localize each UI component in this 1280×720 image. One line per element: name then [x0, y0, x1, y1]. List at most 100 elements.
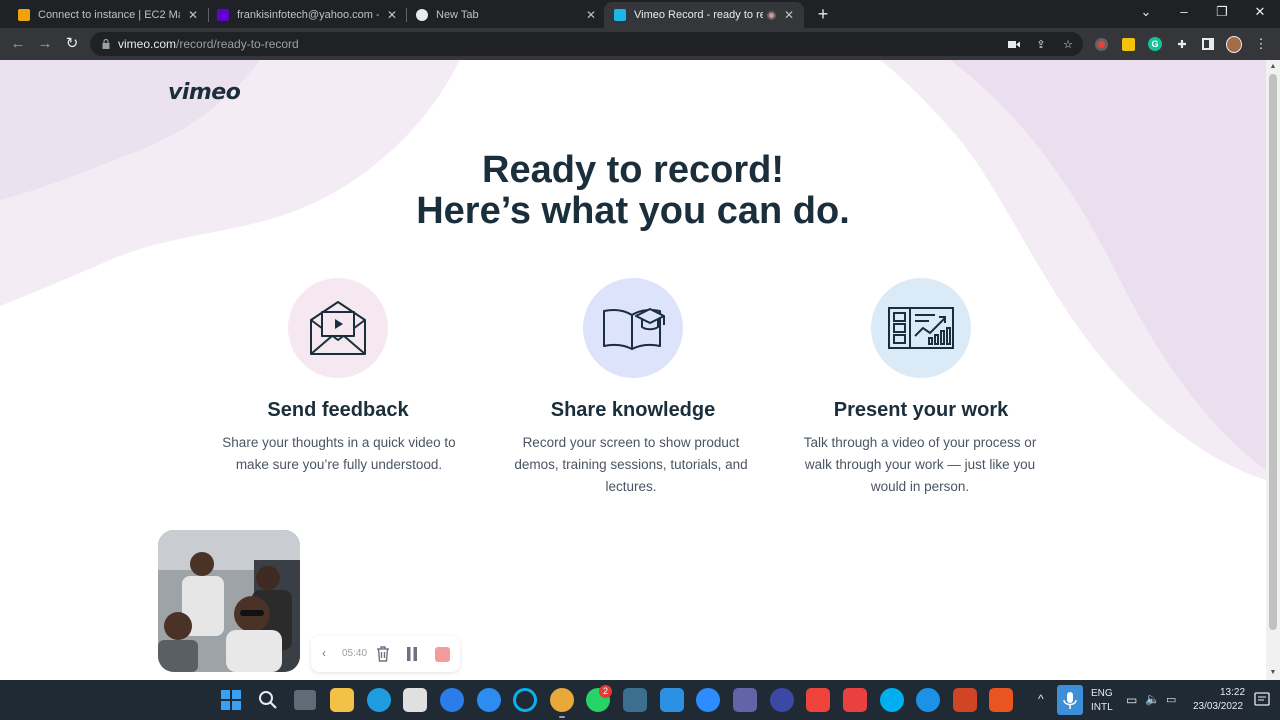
tab-title: New Tab: [436, 9, 479, 21]
presentation-chart-icon: [888, 307, 954, 349]
url-text: vimeo.com/record/ready-to-record: [118, 37, 299, 51]
task-view-icon[interactable]: [294, 690, 316, 710]
store-icon[interactable]: [403, 688, 427, 712]
feature-title-present: Present your work: [833, 399, 1009, 421]
chrome-favicon-icon: [416, 9, 428, 21]
tab-search-icon[interactable]: ⌄: [1136, 4, 1156, 20]
puzzle-icon[interactable]: ✚: [1174, 36, 1190, 52]
delete-icon[interactable]: [376, 646, 390, 662]
microphone-icon[interactable]: [1057, 685, 1083, 715]
sidepanel-icon[interactable]: [1200, 36, 1216, 52]
camera-icon[interactable]: [1006, 36, 1022, 52]
tab-vimeo[interactable]: Vimeo Record - ready to rec ✕: [604, 2, 804, 28]
record-ext-icon[interactable]: [1093, 36, 1109, 52]
running-indicator: [559, 716, 565, 718]
reload-icon[interactable]: ↻: [62, 34, 82, 54]
file-explorer-icon[interactable]: [330, 688, 354, 712]
language-indicator[interactable]: ENG: [1091, 688, 1113, 699]
knowledge-icon-circle: [583, 278, 683, 378]
windows-taskbar: 2 ^ ENG INTL ▭ 🔈 ▭ 13:22 23/03/2022: [0, 680, 1280, 720]
recording-indicator-icon: [766, 10, 776, 20]
profile-avatar[interactable]: [1226, 35, 1242, 53]
new-tab-button[interactable]: +: [814, 4, 832, 25]
volume-icon[interactable]: 🔈: [1145, 692, 1160, 706]
yahoo-favicon-icon: [217, 9, 229, 21]
display-icon[interactable]: ▭: [1126, 693, 1137, 707]
forward-icon[interactable]: →: [35, 34, 55, 54]
teams-icon[interactable]: [733, 688, 757, 712]
close-tab-icon[interactable]: ✕: [784, 8, 794, 22]
collapse-icon[interactable]: ‹: [322, 646, 326, 660]
back-icon[interactable]: ←: [8, 34, 28, 54]
pause-icon[interactable]: [407, 647, 417, 661]
star-icon[interactable]: ☆: [1060, 36, 1076, 52]
feature-title-knowledge: Share knowledge: [550, 399, 716, 421]
edge-icon[interactable]: [367, 688, 391, 712]
search-icon[interactable]: [258, 690, 278, 710]
share-icon[interactable]: ⇪: [1033, 36, 1049, 52]
webcam-preview[interactable]: [158, 530, 300, 672]
cortana-icon[interactable]: [513, 688, 537, 712]
ubuntu-icon[interactable]: [989, 688, 1013, 712]
docker-icon[interactable]: [916, 688, 940, 712]
close-window-icon[interactable]: ✕: [1250, 4, 1270, 20]
close-tab-icon[interactable]: ✕: [586, 8, 596, 22]
vimeo-logo[interactable]: vimeo: [168, 80, 241, 105]
language-layout: INTL: [1091, 702, 1113, 713]
maximize-icon[interactable]: ❐: [1212, 4, 1232, 20]
webcam-video-frame: [158, 530, 300, 672]
windows-start-icon[interactable]: [221, 690, 241, 710]
powerpoint-icon[interactable]: [953, 688, 977, 712]
page-scrollbar[interactable]: ▲ ▼: [1266, 60, 1280, 680]
edge-dev-icon[interactable]: [440, 688, 464, 712]
vscode-icon[interactable]: [660, 688, 684, 712]
browser-toolbar: ← → ↻ vimeo.com/record/ready-to-record ⇪…: [0, 28, 1280, 60]
page-subtitle: Here’s what you can do.: [416, 190, 850, 232]
feedback-icon-circle: [288, 278, 388, 378]
anydesk-icon[interactable]: [806, 688, 830, 712]
url-path: /record/ready-to-record: [176, 37, 299, 51]
book-graduation-icon: [603, 308, 665, 350]
clock-time[interactable]: 13:22: [1220, 687, 1245, 698]
grammarly-icon[interactable]: G: [1147, 36, 1163, 52]
chevron-up-icon[interactable]: ^: [1038, 692, 1044, 706]
recording-timer: 05:40: [342, 648, 368, 659]
tab-yahoo[interactable]: frankisinfotech@yahoo.com - Ya ✕: [207, 2, 407, 28]
lock-icon: [102, 39, 110, 49]
skype-icon[interactable]: [880, 688, 904, 712]
scroll-up-icon[interactable]: ▲: [1269, 63, 1277, 70]
tab-strip: Connect to instance | EC2 Manag ✕ franki…: [0, 0, 1280, 28]
clock-date[interactable]: 23/03/2022: [1193, 701, 1243, 712]
webex-icon[interactable]: [770, 688, 794, 712]
zoom-icon[interactable]: [696, 688, 720, 712]
vimeo-page: vimeo Ready to record! Here’s what you c…: [0, 60, 1266, 680]
tab-title: frankisinfotech@yahoo.com - Ya: [237, 9, 379, 21]
feature-desc-knowledge: Record your screen to show product demos…: [514, 435, 748, 494]
feature-desc-present: Talk through a video of your process or …: [803, 435, 1037, 494]
scrollbar-thumb[interactable]: [1269, 74, 1277, 630]
notes-ext-icon[interactable]: [1120, 36, 1136, 52]
minimize-icon[interactable]: –: [1174, 4, 1194, 19]
feature-title-feedback: Send feedback: [267, 399, 409, 421]
menu-icon[interactable]: ⋮: [1253, 36, 1269, 52]
recorder-icon[interactable]: [843, 688, 867, 712]
envelope-video-icon: [310, 301, 366, 355]
scroll-down-icon[interactable]: ▼: [1269, 669, 1277, 676]
page-title: Ready to record!: [482, 149, 784, 191]
notification-icon[interactable]: [1254, 692, 1270, 708]
tab-newtab[interactable]: New Tab ✕: [406, 2, 606, 28]
chrome-icon[interactable]: [550, 688, 574, 712]
close-tab-icon[interactable]: ✕: [387, 8, 397, 22]
vimeo-favicon-icon: [614, 9, 626, 21]
url-host: vimeo.com: [118, 37, 177, 51]
aws-favicon-icon: [18, 9, 30, 21]
close-tab-icon[interactable]: ✕: [188, 8, 198, 22]
db-tool-icon[interactable]: [623, 688, 647, 712]
chrome-dev-icon[interactable]: [477, 688, 501, 712]
battery-icon[interactable]: ▭: [1166, 693, 1176, 706]
address-bar[interactable]: vimeo.com/record/ready-to-record: [90, 32, 1083, 56]
stop-icon[interactable]: [435, 647, 450, 662]
tab-title: Vimeo Record - ready to rec: [634, 9, 763, 21]
tab-ec2[interactable]: Connect to instance | EC2 Manag ✕: [8, 2, 208, 28]
tab-title: Connect to instance | EC2 Manag: [38, 9, 180, 21]
